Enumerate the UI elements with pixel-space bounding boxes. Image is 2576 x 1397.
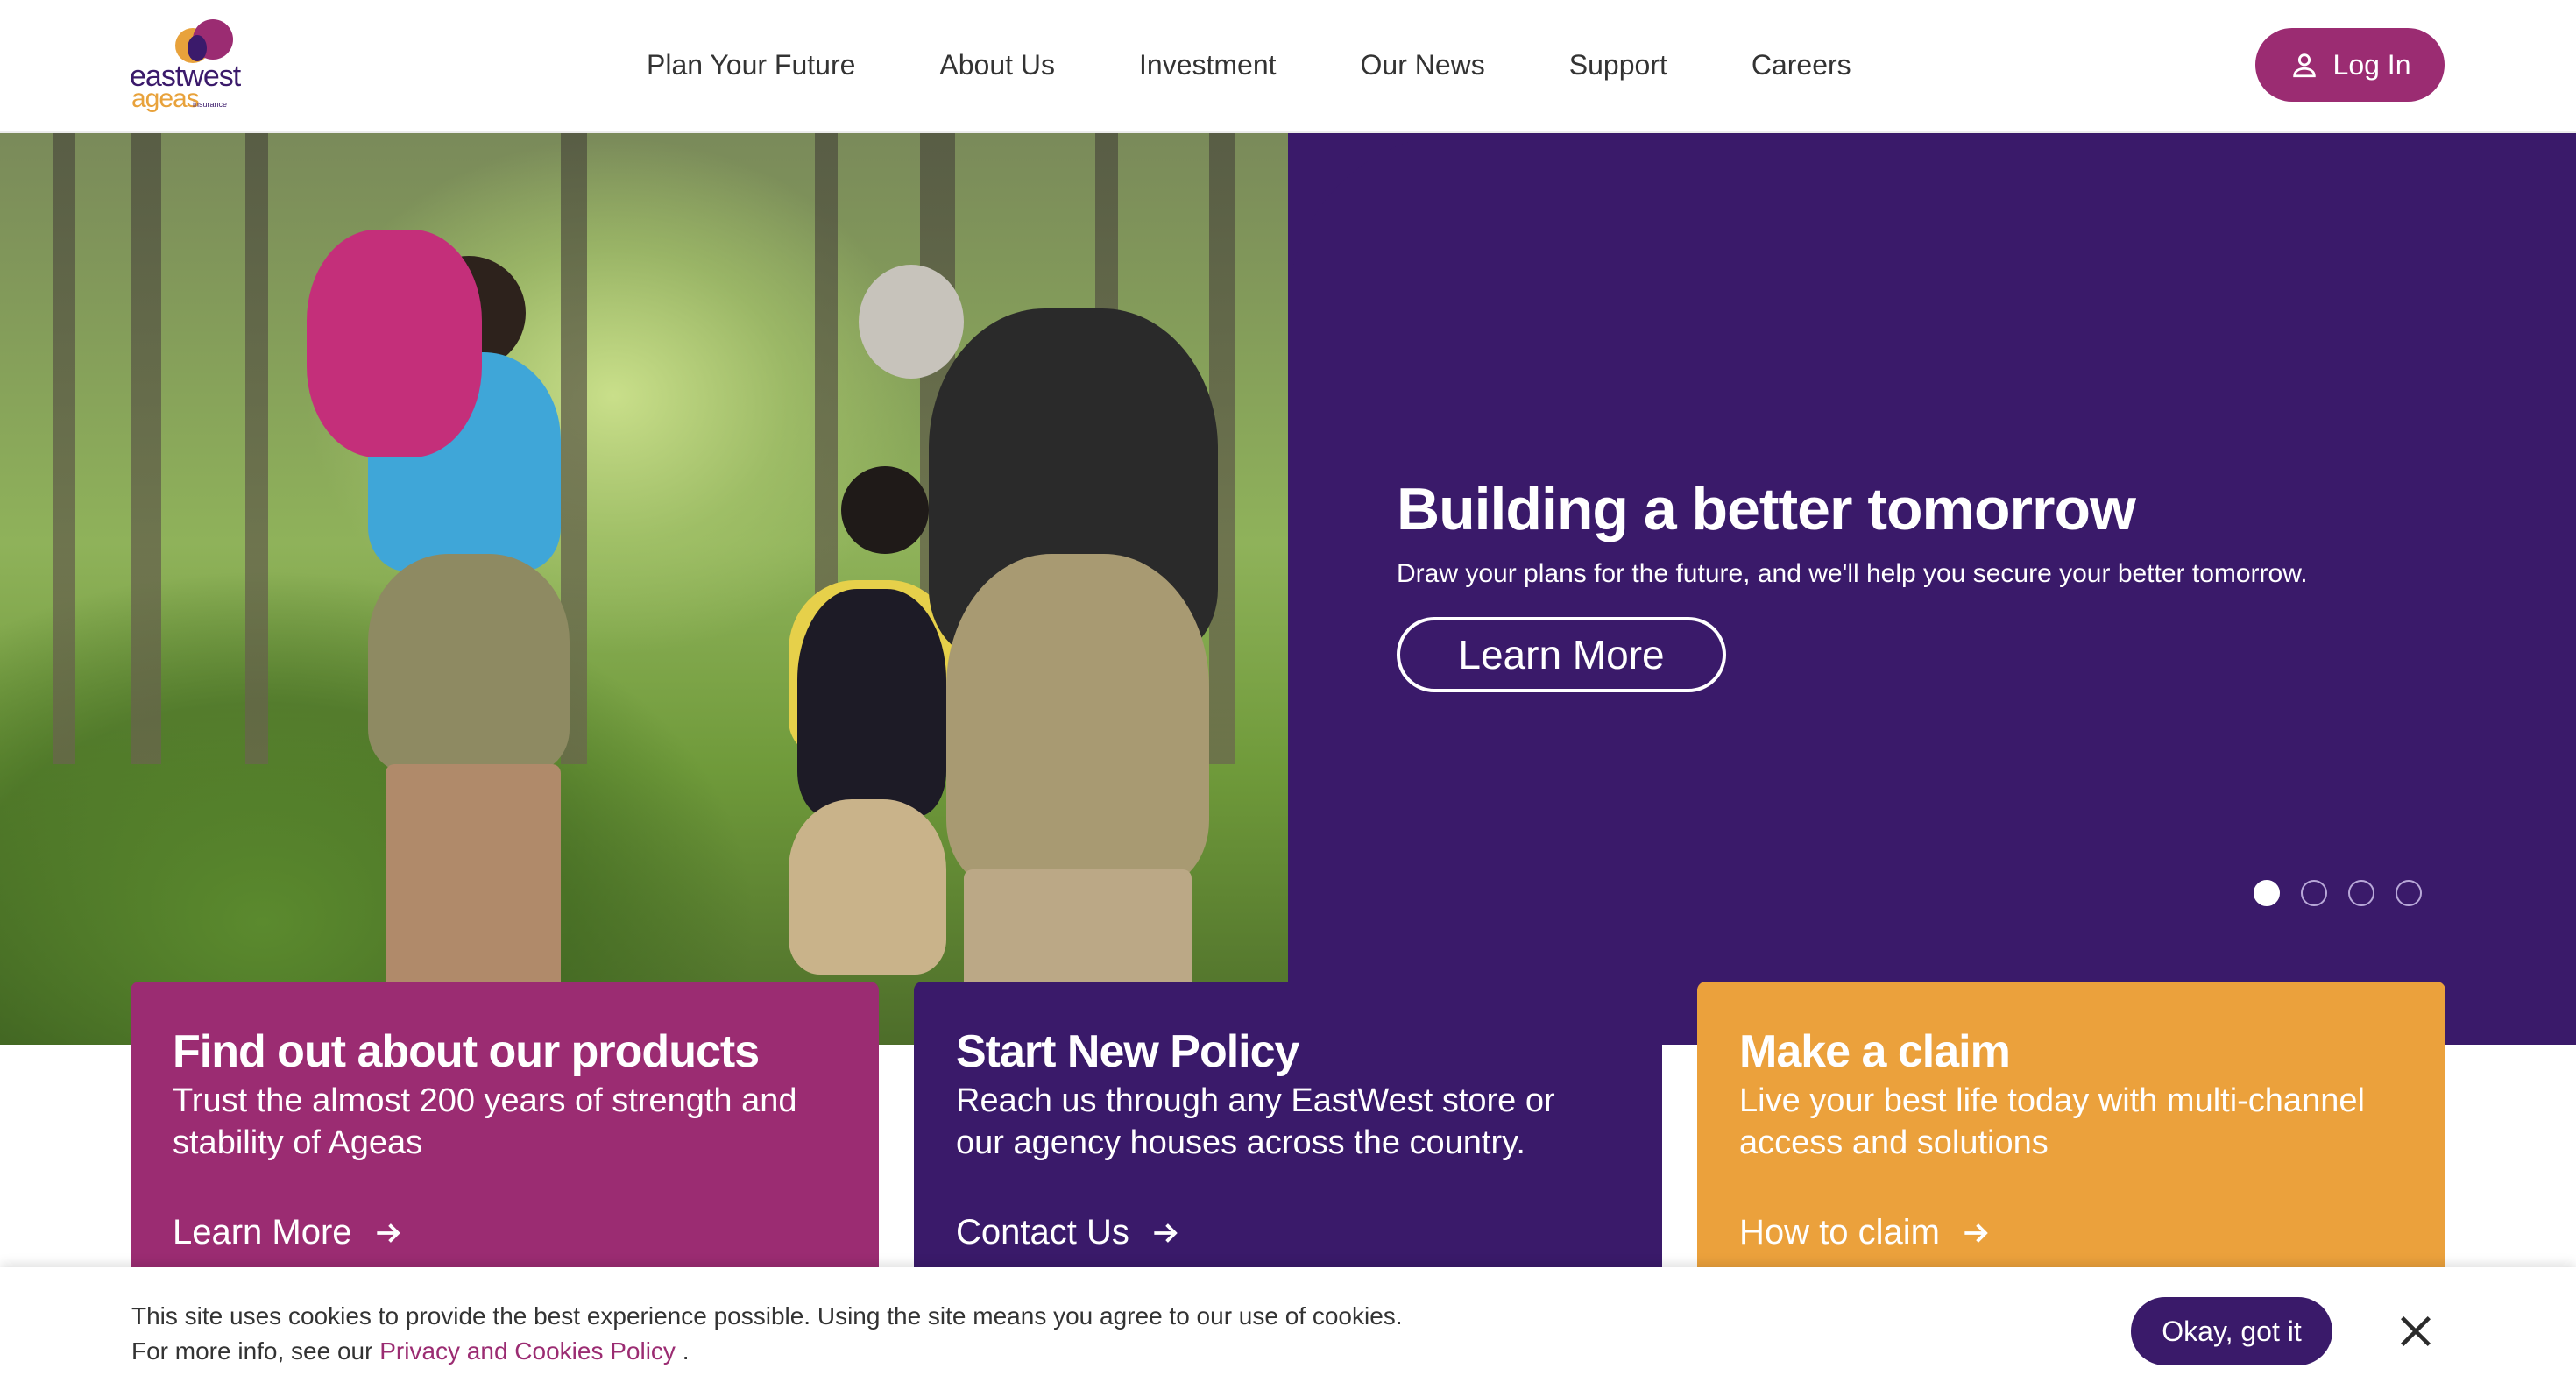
link-label: How to claim <box>1739 1213 1940 1252</box>
hero-carousel: Building a better tomorrow Draw your pla… <box>0 133 2576 1045</box>
card-text: Live your best life today with multi-cha… <box>1739 1082 2365 1161</box>
eastwest-ageas-logo[interactable]: eastwest ageas insurance <box>130 19 244 113</box>
hero-learn-more-button[interactable]: Learn More <box>1397 617 1726 692</box>
carousel-dot-2[interactable] <box>2301 880 2327 906</box>
arrow-right-icon <box>376 1223 400 1243</box>
cookie-line-2-prefix: For more info, see our <box>131 1337 373 1365</box>
cookie-line-1: This site uses cookies to provide the be… <box>131 1302 1403 1330</box>
login-button[interactable]: Log In <box>2255 28 2445 102</box>
main-nav: Plan Your Future About Us Investment Our… <box>647 46 1851 84</box>
nav-support[interactable]: Support <box>1569 46 1667 84</box>
hero-subtitle: Draw your plans for the future, and we'l… <box>1397 559 2308 588</box>
nav-careers[interactable]: Careers <box>1752 46 1851 84</box>
carousel-dot-4[interactable] <box>2396 880 2422 906</box>
close-icon[interactable] <box>2396 1311 2436 1351</box>
hero-title: Building a better tomorrow <box>1397 476 2136 542</box>
logo-word-insurance: insurance <box>193 100 228 109</box>
hero-panel <box>1288 133 2576 1045</box>
carousel-dot-1[interactable] <box>2254 880 2280 906</box>
products-learn-more-link[interactable]: Learn More <box>173 1213 405 1252</box>
link-label: Learn More <box>173 1213 352 1252</box>
card-text: Trust the almost 200 years of strength a… <box>173 1082 797 1161</box>
cookie-line-2-suffix: . <box>682 1337 690 1365</box>
user-icon <box>2292 53 2316 78</box>
nav-our-news[interactable]: Our News <box>1361 46 1485 84</box>
cookie-accept-button[interactable]: Okay, got it <box>2131 1297 2332 1365</box>
card-text: Reach us through any EastWest store or o… <box>956 1082 1555 1161</box>
hero-family-hiking-photo <box>0 133 1288 1045</box>
nav-investment[interactable]: Investment <box>1139 46 1277 84</box>
cookie-message: This site uses cookies to provide the be… <box>131 1299 1403 1369</box>
card-title: Start New Policy <box>956 1026 1299 1077</box>
nav-about-us[interactable]: About Us <box>939 46 1055 84</box>
carousel-dot-3[interactable] <box>2348 880 2374 906</box>
carousel-dots <box>2254 880 2422 906</box>
login-label: Log In <box>2332 48 2411 81</box>
logo-word-ageas: ageas <box>131 84 200 113</box>
card-title: Find out about our products <box>173 1026 760 1077</box>
site-header: eastwest ageas insurance Plan Your Futur… <box>0 0 2576 133</box>
how-to-claim-link[interactable]: How to claim <box>1739 1213 1992 1252</box>
cookie-line-2: For more info, see our Privacy and Cooki… <box>131 1334 1403 1369</box>
link-label: Contact Us <box>956 1213 1129 1252</box>
cookie-banner: This site uses cookies to provide the be… <box>0 1267 2576 1397</box>
privacy-policy-link[interactable]: Privacy and Cookies Policy <box>379 1337 676 1365</box>
arrow-right-icon <box>1964 1223 1988 1243</box>
logo-dot-purple <box>188 35 207 61</box>
contact-us-link[interactable]: Contact Us <box>956 1213 1182 1252</box>
card-title: Make a claim <box>1739 1026 2011 1077</box>
arrow-right-icon <box>1154 1223 1178 1243</box>
nav-plan-your-future[interactable]: Plan Your Future <box>647 46 855 84</box>
